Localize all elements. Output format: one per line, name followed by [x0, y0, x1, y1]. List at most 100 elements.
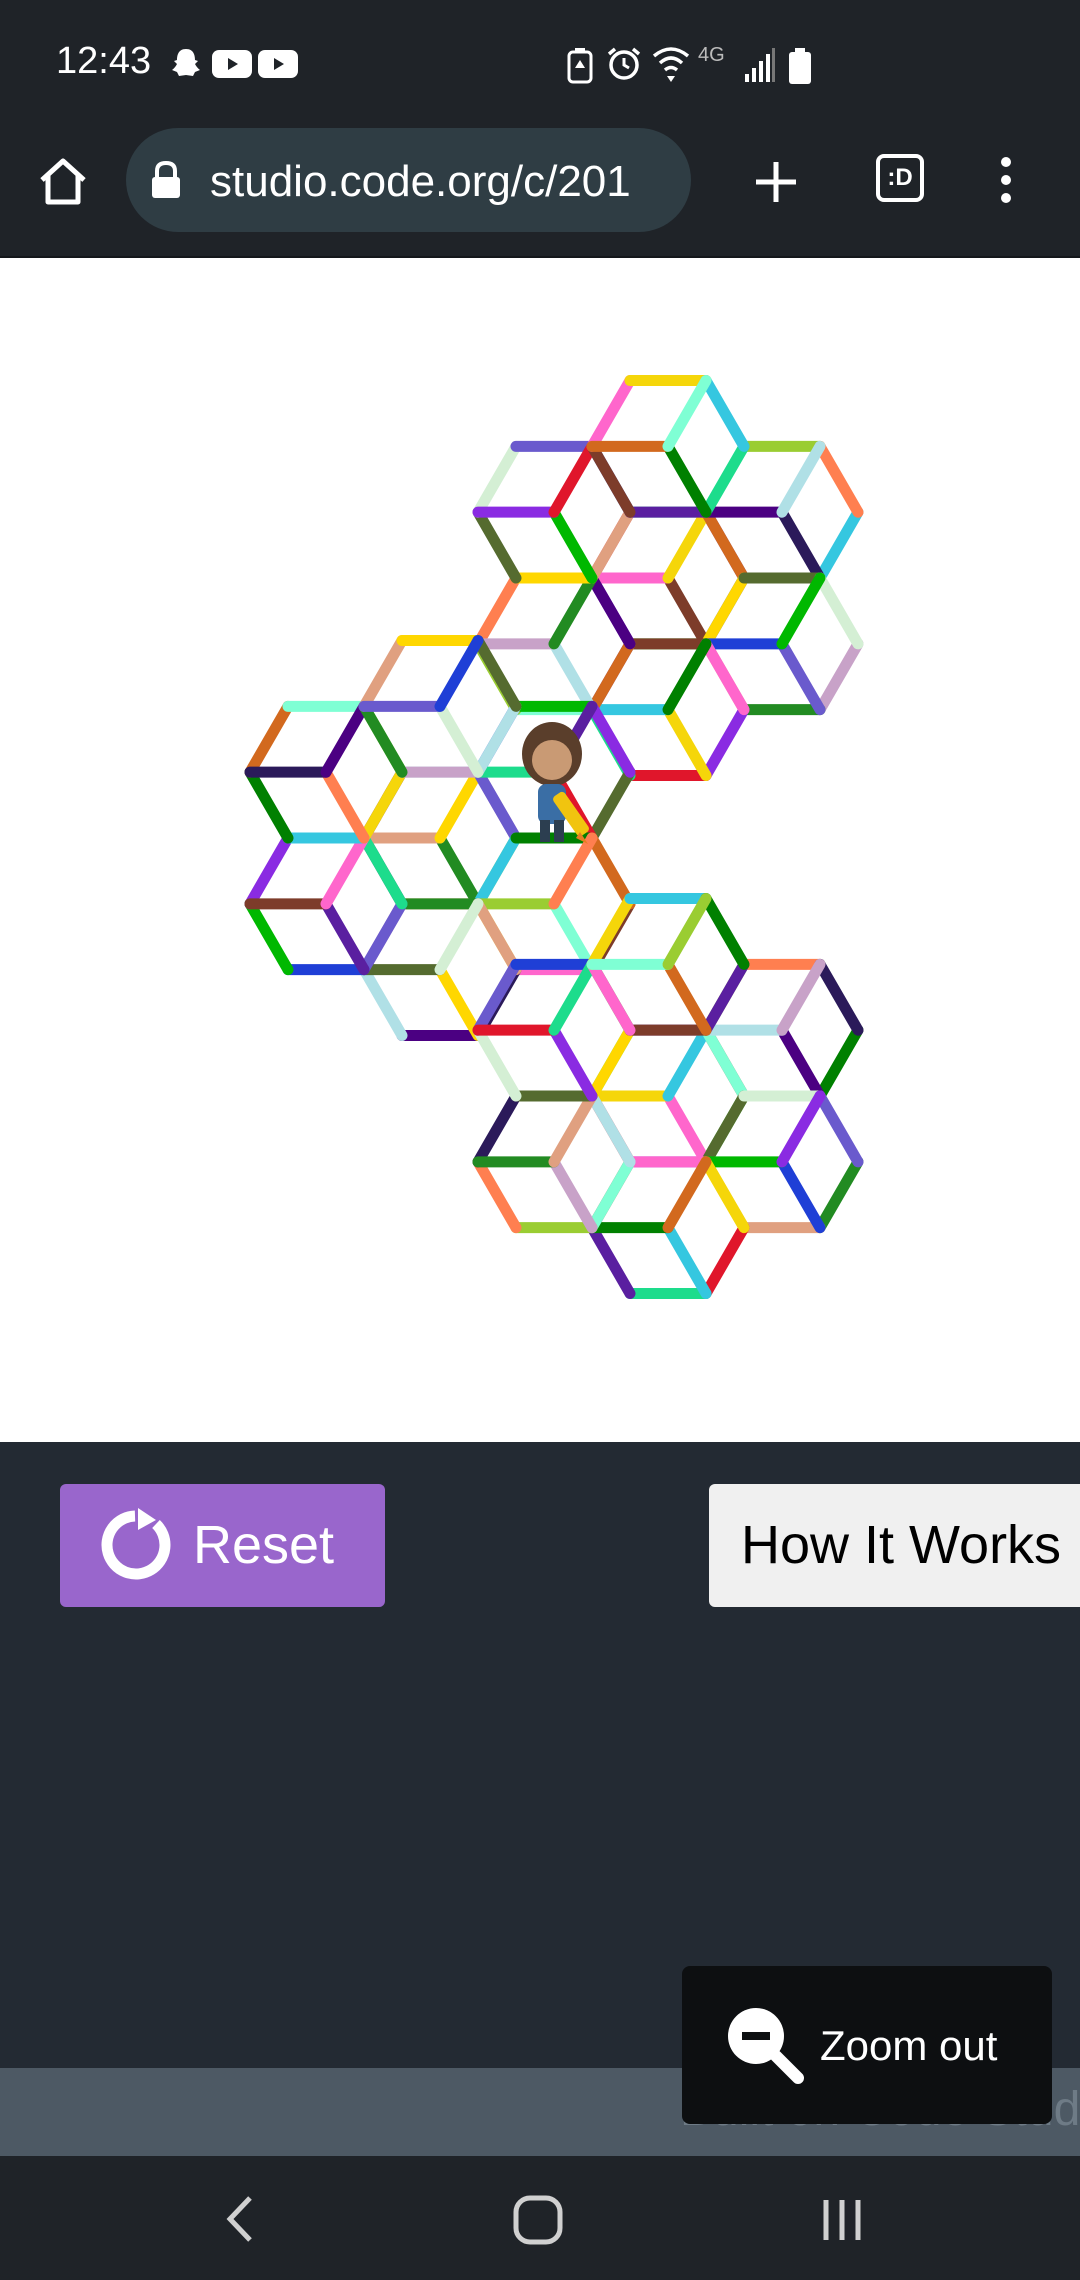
- snapchat-icon: [172, 49, 200, 76]
- pattern-stroke: [586, 1090, 636, 1168]
- pattern-stroke: [434, 635, 484, 712]
- pattern-stroke: [776, 1024, 826, 1102]
- pattern-stroke: [472, 635, 522, 712]
- tab-switcher-icon[interactable]: :D: [876, 154, 924, 202]
- pattern-stroke: [814, 1024, 864, 1102]
- pattern-stroke: [586, 958, 636, 1036]
- pattern-stroke: [358, 898, 408, 976]
- pattern-stroke: [320, 832, 370, 910]
- pattern-stroke: [700, 958, 750, 1036]
- pattern-stroke: [700, 440, 750, 518]
- wifi-icon: [652, 47, 690, 82]
- tab-count: :D: [887, 164, 913, 191]
- pattern-stroke: [700, 1090, 750, 1168]
- pattern-stroke: [548, 440, 598, 518]
- pattern-stroke: [662, 1222, 712, 1299]
- pattern-stroke: [814, 506, 864, 584]
- pattern-stroke: [586, 1024, 636, 1102]
- pattern-stroke: [548, 572, 598, 650]
- pattern-stroke: [434, 898, 484, 976]
- pattern-stroke: [662, 1090, 712, 1168]
- pattern-stroke: [586, 572, 636, 650]
- pattern-stroke: [548, 1090, 598, 1168]
- hexagon-cube-pattern: [244, 375, 864, 1299]
- pattern-stroke: [320, 766, 370, 844]
- pattern-stroke: [700, 375, 750, 452]
- pattern-stroke: [776, 638, 826, 716]
- pattern-stroke: [700, 704, 750, 781]
- pattern-stroke: [776, 572, 826, 650]
- pattern-stroke: [244, 898, 294, 976]
- pattern-stroke: [662, 572, 712, 650]
- pattern-stroke: [472, 1090, 522, 1168]
- pattern-stroke: [472, 506, 522, 584]
- pattern-stroke: [434, 700, 484, 778]
- zoom-out-button[interactable]: Zoom out: [682, 1966, 1052, 2124]
- pattern-stroke: [434, 766, 484, 844]
- artist-character-icon: [522, 722, 589, 844]
- status-time: 12:43: [56, 40, 152, 82]
- pattern-stroke: [548, 506, 598, 584]
- pattern-stroke: [662, 958, 712, 1036]
- pattern-stroke: [776, 1090, 826, 1168]
- pattern-stroke: [358, 964, 408, 1041]
- how-it-works-button[interactable]: How It Works: [709, 1484, 1080, 1607]
- new-tab-icon[interactable]: [752, 158, 800, 206]
- pattern-stroke: [814, 1156, 864, 1234]
- pattern-stroke: [358, 832, 408, 910]
- pattern-stroke: [358, 766, 408, 844]
- pattern-stroke: [662, 1024, 712, 1102]
- pattern-stroke: [548, 1156, 598, 1234]
- pattern-stroke: [358, 635, 408, 712]
- pattern-stroke: [472, 1024, 522, 1102]
- pattern-stroke: [472, 440, 522, 518]
- pattern-stroke: [548, 638, 598, 716]
- pattern-stroke: [776, 440, 826, 518]
- pattern-stroke: [472, 1156, 522, 1234]
- pattern-stroke: [662, 704, 712, 781]
- pattern-stroke: [700, 638, 750, 716]
- pattern-stroke: [586, 1156, 636, 1234]
- pattern-stroke: [662, 506, 712, 584]
- reset-label: Reset: [193, 1515, 335, 1575]
- home-nav-icon[interactable]: [512, 2194, 564, 2246]
- zoom-out-icon: [728, 2008, 804, 2084]
- pattern-stroke: [434, 832, 484, 910]
- pattern-stroke: [814, 572, 864, 650]
- pattern-stroke: [244, 700, 294, 778]
- pattern-stroke: [662, 1156, 712, 1234]
- pattern-stroke: [700, 1222, 750, 1299]
- pattern-stroke: [358, 700, 408, 778]
- pattern-stroke: [662, 440, 712, 518]
- pattern-stroke: [586, 440, 636, 518]
- pattern-stroke: [814, 440, 864, 518]
- pattern-stroke: [776, 1156, 826, 1234]
- pattern-stroke: [662, 638, 712, 716]
- how-it-works-label: How It Works: [741, 1515, 1062, 1575]
- pattern-stroke: [700, 1024, 750, 1102]
- pattern-stroke: [472, 572, 522, 650]
- battery-saver-icon: [567, 48, 593, 84]
- pattern-stroke: [586, 1222, 636, 1299]
- recents-icon[interactable]: [818, 2198, 866, 2242]
- url-text[interactable]: studio.code.org/c/201: [210, 157, 631, 207]
- alarm-icon: [607, 47, 641, 80]
- pattern-stroke: [586, 506, 636, 584]
- more-vert-icon[interactable]: [992, 154, 1020, 206]
- reset-icon: [101, 1508, 171, 1580]
- artist-canvas: [0, 258, 1080, 1442]
- pattern-stroke: [814, 638, 864, 716]
- pattern-stroke: [776, 958, 826, 1036]
- reset-button[interactable]: Reset: [60, 1484, 385, 1607]
- youtube-icon: [258, 50, 298, 78]
- pattern-stroke: [700, 572, 750, 650]
- pattern-stroke: [472, 898, 522, 976]
- lte-icon: 4G: [698, 44, 725, 66]
- home-icon[interactable]: [36, 154, 90, 208]
- pattern-stroke: [320, 700, 370, 778]
- back-icon[interactable]: [220, 2194, 260, 2244]
- lock-icon: [152, 160, 180, 198]
- pattern-stroke: [700, 1156, 750, 1234]
- status-bar: 12:43 4G: [0, 0, 1080, 128]
- pattern-stroke: [434, 964, 484, 1041]
